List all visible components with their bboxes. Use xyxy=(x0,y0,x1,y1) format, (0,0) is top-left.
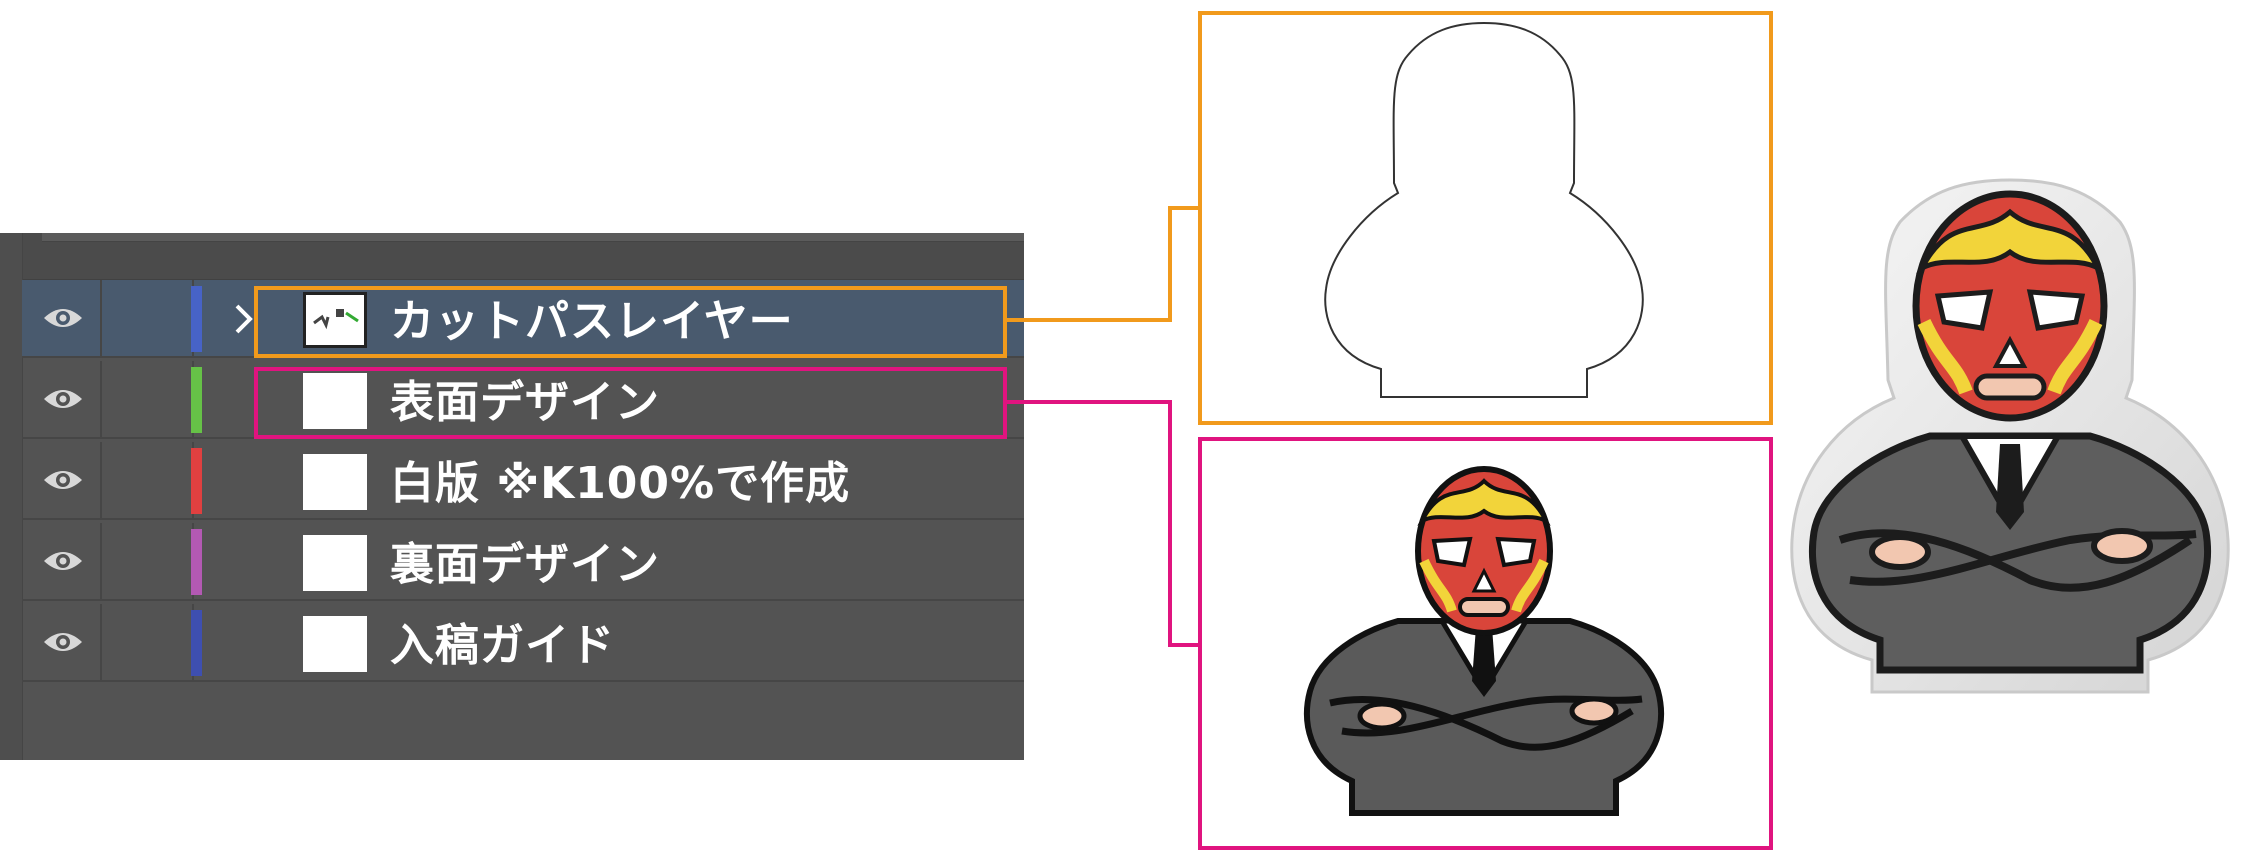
acrylic-stand-photo xyxy=(1790,178,2230,694)
